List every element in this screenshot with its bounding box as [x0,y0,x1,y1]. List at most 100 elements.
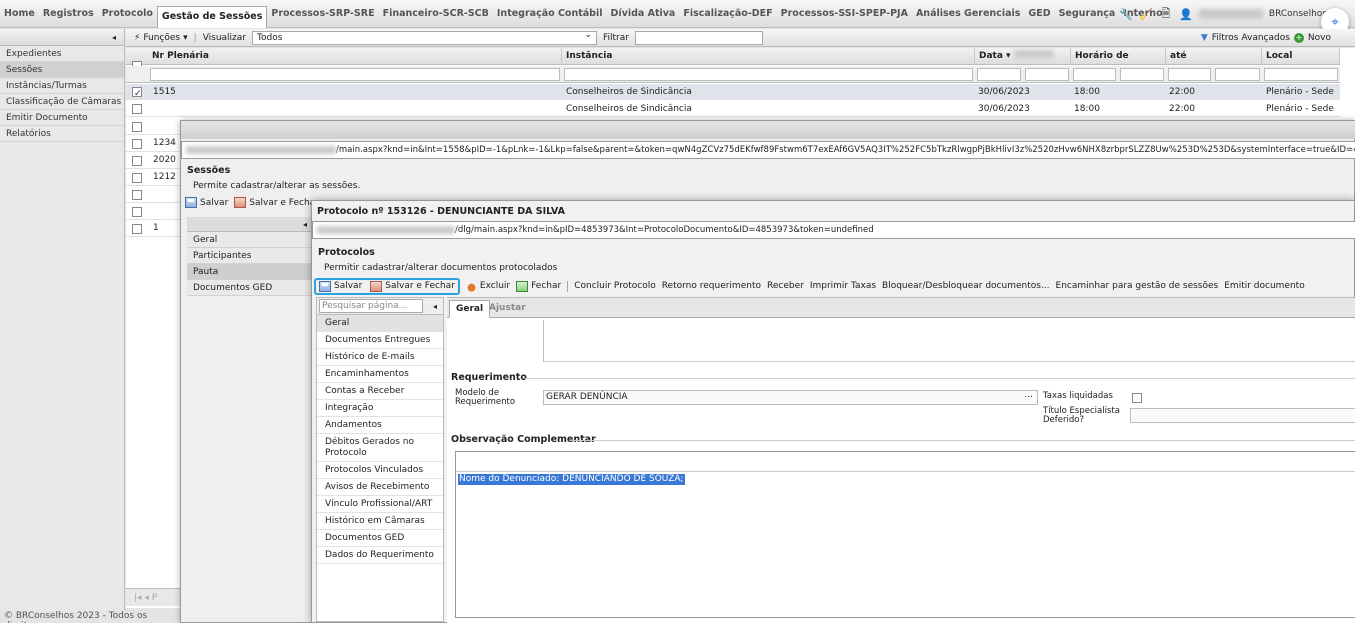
novo-button[interactable]: Novo [1308,33,1331,43]
page-search-input[interactable]: Pesquisar página... [319,299,423,313]
table-row[interactable] [126,203,181,220]
table-row[interactable] [126,118,181,135]
observacao-textarea[interactable]: Nome do Denunciado: DENUNCIANDO DE SOUZA… [455,451,1355,618]
sidebar-item-expedientes[interactable]: Expedientes [0,46,124,62]
row-checkbox[interactable] [132,190,142,200]
col-data[interactable]: Data ▾ [975,48,1071,65]
tab-home[interactable]: Home [0,0,39,28]
protocolo-nav-andamentos[interactable]: Andamentos [317,417,443,434]
titulo-especialista-field[interactable] [1130,408,1355,423]
protocolo-nav-encaminhamentos[interactable]: Encaminhamentos [317,366,443,383]
retorno-requerimento-button[interactable]: Retorno requerimento [662,281,761,291]
row-checkbox[interactable] [132,207,142,217]
protocolo-nav-collapse-icon[interactable]: ◂ [433,302,437,311]
row-checkbox[interactable] [132,156,142,166]
tab-registros[interactable]: Registros [39,0,98,28]
protocolo-save-button[interactable]: Salvar [319,280,362,292]
sessoes-nav-participantes[interactable]: Participantes [187,248,313,264]
protocolo-nav-documentos-ged[interactable]: Documentos GED [317,530,443,547]
col-instancia[interactable]: Instância [562,48,975,65]
bloquear-desbloquear-button[interactable]: Bloquear/Desbloquear documentos... [882,281,1049,291]
tab-fiscalizacao-def[interactable]: Fiscalização-DEF [679,0,776,28]
tab-protocolo[interactable]: Protocolo [98,0,157,28]
sessoes-nav-pauta[interactable]: Pauta [187,264,313,280]
user-icon[interactable]: 👤 [1179,7,1193,21]
col-nr-plenaria[interactable]: Nr Plenária [148,48,562,65]
tab-divida-ativa[interactable]: Dívida Ativa [606,0,679,28]
table-row[interactable]: 2020 [126,152,181,169]
row-checkbox[interactable] [132,104,142,114]
sessoes-save-close-button[interactable]: Salvar e Fechar [234,197,319,208]
table-row[interactable] [126,186,181,203]
taxas-liquidadas-checkbox[interactable] [1132,393,1142,403]
table-row[interactable]: Conselheiros de Sindicância 30/06/2023 1… [126,101,1340,117]
sessoes-url-bar[interactable]: /main.aspx?knd=in&Int=1558&pID=-1&pLnk=-… [181,141,1355,159]
filter-nr-plenaria[interactable] [150,68,560,81]
modelo-requerimento-field[interactable]: GERAR DENÚNCIA ... [543,390,1038,405]
filter-horario-from[interactable] [1073,68,1116,81]
table-row[interactable]: 1 [126,220,181,237]
protocolo-nav-dados-requerimento[interactable]: Dados do Requerimento [317,547,443,564]
sessoes-dialog-titlebar[interactable] [181,121,1355,139]
filtros-avancados-link[interactable]: Filtros Avançados [1212,33,1290,43]
emitir-documento-button[interactable]: Emitir documento [1224,281,1304,291]
filter-data-from[interactable] [977,68,1021,81]
protocolo-nav-geral[interactable]: Geral [317,315,443,332]
col-ate[interactable]: até [1166,48,1262,65]
protocolo-nav-debitos-gerados[interactable]: Débitos Gerados no Protocolo [317,434,443,462]
filter-ate-from[interactable] [1168,68,1211,81]
imprimir-taxas-button[interactable]: Imprimir Taxas [810,281,876,291]
sidebar-collapse-icon[interactable]: ◂ [0,29,124,46]
protocolo-nav-historico-emails[interactable]: Histórico de E-mails [317,349,443,366]
protocolo-nav-documentos-entregues[interactable]: Documentos Entregues [317,332,443,349]
concluir-protocolo-button[interactable]: Concluir Protocolo [574,281,655,291]
sidebar-item-instancias-turmas[interactable]: Instâncias/Turmas [0,78,124,94]
row-checkbox[interactable] [132,224,142,234]
filter-instancia[interactable] [564,68,973,81]
tab-ajustar[interactable]: Ajustar [483,300,532,318]
tab-processos-ssi-spep-pja[interactable]: Processos-SSI-SPEP-PJA [777,0,912,28]
protocolo-nav-historico-camaras[interactable]: Histórico em Câmaras [317,513,443,530]
fechar-button[interactable]: Fechar [516,280,561,292]
protocolo-nav-integracao[interactable]: Integração [317,400,443,417]
protocolo-nav-avisos-recebimento[interactable]: Avisos de Recebimento [317,479,443,496]
tab-seguranca[interactable]: Segurança [1055,0,1120,28]
sessoes-nav-geral[interactable]: Geral [187,232,313,248]
tab-ged[interactable]: GED [1024,0,1054,28]
tools-icon[interactable]: 🔧 [1119,7,1133,21]
table-row[interactable]: 1515 Conselheiros de Sindicância 30/06/2… [126,84,1340,102]
excluir-button[interactable]: Excluir [465,280,510,292]
grid-pager[interactable]: |◂ ◂ P [126,588,181,606]
row-checkbox[interactable] [132,122,142,132]
sidebar-item-relatorios[interactable]: Relatórios [0,126,124,142]
top-text-area[interactable] [543,320,1355,362]
visualizar-select[interactable]: Todos [252,29,597,45]
sessoes-nav-documentos-ged[interactable]: Documentos GED [187,280,313,296]
sidebar-item-sessoes[interactable]: Sessões [0,62,124,78]
sessoes-save-button[interactable]: Salvar [185,197,228,208]
protocolo-nav-contas-a-receber[interactable]: Contas a Receber [317,383,443,400]
sidebar-item-emitir-documento[interactable]: Emitir Documento [0,110,124,126]
tab-analises-gerenciais[interactable]: Análises Gerenciais [912,0,1024,28]
sessoes-nav-collapse-icon[interactable]: ◂ [187,217,313,232]
row-checkbox[interactable] [132,86,142,102]
filter-data-to[interactable] [1025,68,1069,81]
tab-processos-srp-sre[interactable]: Processos-SRP-SRE [267,0,378,28]
tab-financeiro-scr-scb[interactable]: Financeiro-SCR-SCB [379,0,493,28]
col-local[interactable]: Local [1262,48,1340,65]
protocolo-nav-protocolos-vinculados[interactable]: Protocolos Vinculados [317,462,443,479]
report-icon[interactable]: 🗎 [1159,7,1173,21]
tab-gestao-de-sessoes[interactable]: Gestão de Sessões [156,5,268,28]
protocolo-url-bar[interactable]: /dlg/main.aspx?knd=in&pID=4853973&Int=Pr… [312,221,1355,239]
filter-horario-to[interactable] [1120,68,1164,81]
table-row[interactable]: 1234 [126,135,181,152]
filter-local[interactable] [1264,68,1338,81]
col-horario-de[interactable]: Horário de [1071,48,1166,65]
broom-icon[interactable]: 🧹 [1139,7,1153,21]
funcoes-button[interactable]: ⚡ Funções ▾ [134,33,188,43]
encaminhar-gestao-sessoes-button[interactable]: Encaminhar para gestão de sessões [1056,281,1219,291]
receber-button[interactable]: Receber [767,281,804,291]
filtrar-input[interactable] [634,30,763,45]
lookup-ellipsis-button[interactable]: ... [1024,389,1033,402]
row-checkbox[interactable] [132,139,142,149]
